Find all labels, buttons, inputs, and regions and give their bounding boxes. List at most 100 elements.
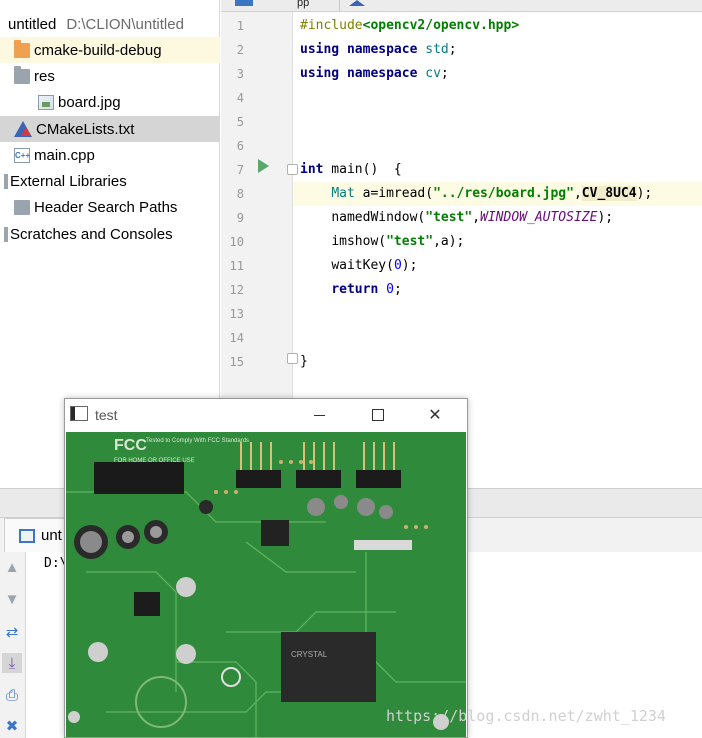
tree-item-external-libraries[interactable]: External Libraries	[0, 168, 220, 194]
code-line-9: namedWindow("test",WINDOW_AUTOSIZE);	[331, 210, 614, 225]
keyword: int	[300, 162, 324, 177]
tree-root-path: D:\CLION\untitled	[66, 15, 184, 33]
libraries-icon	[4, 173, 8, 189]
print-icon[interactable]: ⎙	[2, 685, 22, 705]
code-text: );	[401, 258, 418, 273]
keyword: using	[300, 66, 340, 81]
code-text: }	[300, 354, 308, 369]
folder-orange-icon	[14, 39, 30, 58]
run-gutter-icon[interactable]	[258, 159, 269, 173]
line-number: 2	[236, 43, 244, 57]
code-line-7: int main() {	[293, 158, 702, 182]
tab-divider	[339, 0, 340, 11]
editor-tab-bar: pp	[221, 0, 702, 12]
code-text: ,a);	[433, 234, 465, 249]
code-text: );	[597, 210, 614, 225]
number-literal: 0	[386, 282, 394, 297]
line-number: 4	[236, 91, 244, 105]
code-text: main() {	[323, 162, 402, 177]
app-icon	[70, 406, 88, 421]
tree-item-label: External Libraries	[10, 172, 127, 190]
run-tab-label: unt	[41, 527, 62, 544]
cmake-icon	[14, 121, 32, 137]
macro-constant: WINDOW_AUTOSIZE	[480, 210, 598, 225]
line-number: 15	[229, 355, 244, 369]
tree-item-label: res	[34, 67, 55, 85]
image-file-icon	[38, 94, 54, 110]
keyword: namespace	[346, 42, 418, 57]
line-number: 3	[236, 67, 244, 81]
tree-item-main-cpp[interactable]: C++ main.cpp	[0, 142, 220, 168]
soft-wrap-icon[interactable]: ⇄	[2, 622, 22, 642]
minimize-button[interactable]	[307, 403, 331, 427]
csdn-watermark: https://blog.csdn.net/zwht_1234	[386, 707, 666, 725]
line-number: 8	[236, 187, 244, 201]
keyword: return	[331, 282, 379, 297]
line-number: 11	[229, 259, 244, 273]
chip-label: CRYSTAL	[291, 650, 328, 659]
include-header: <opencv2/opencv.hpp>	[362, 18, 520, 33]
cpp-file-icon: C++	[14, 147, 30, 163]
tree-item-label: CMakeLists.txt	[36, 120, 135, 138]
cpp-tab-icon	[235, 0, 253, 6]
trash-icon[interactable]: ✖	[2, 716, 22, 736]
line-number: 13	[229, 307, 244, 321]
line-number: 5	[236, 115, 244, 129]
line-number: 9	[236, 211, 244, 225]
string-literal: "test"	[425, 210, 473, 225]
tree-item-label: Header Search Paths	[34, 198, 178, 216]
number-literal: 0	[393, 258, 402, 273]
run-config-icon	[19, 528, 35, 543]
tree-item-cmakelists[interactable]: CMakeLists.txt	[0, 116, 220, 142]
namespace-name: cv	[425, 66, 441, 81]
opencv-window[interactable]: test ✕ FCC Tested to Comply With FCC Sta…	[64, 398, 468, 738]
project-tree-panel: untitled D:\CLION\untitled cmake-build-d…	[0, 0, 220, 398]
arrow-down-icon[interactable]: ▼	[2, 589, 22, 609]
fcc-logo-text: FCC	[114, 437, 147, 454]
scroll-to-end-icon[interactable]: ⤓	[2, 653, 22, 673]
home-office-text: FOR HOME OR OFFICE USE	[114, 458, 195, 464]
type-name: Mat	[331, 186, 355, 201]
code-line-8: Mat a=imread("../res/board.jpg",CV_8UC4)…	[293, 182, 702, 206]
code-area[interactable]: #include<opencv2/opencv.hpp> using names…	[293, 12, 702, 398]
code-text: ;	[393, 282, 402, 297]
pcb-image: FCC Tested to Comply With FCC Standards …	[66, 432, 466, 737]
line-number: 10	[229, 235, 244, 249]
code-editor[interactable]: pp 1 2 3 4 5 6 7 8 9 10 11 12 13 14 15 #…	[221, 0, 702, 398]
tree-item-cmake-build-debug[interactable]: cmake-build-debug	[0, 37, 220, 63]
macro-constant: CV_8UC4	[581, 186, 637, 201]
opencv-titlebar[interactable]: test ✕	[65, 399, 467, 431]
namespace-name: std	[425, 42, 449, 57]
line-number: 7	[236, 163, 244, 177]
cmake-tab-icon	[349, 0, 365, 6]
tree-item-header-search-paths[interactable]: Header Search Paths	[0, 194, 220, 220]
code-text: namedWindow(	[331, 210, 426, 225]
tree-root-untitled[interactable]: untitled D:\CLION\untitled	[0, 11, 220, 37]
code-line-3: using namespace cv;	[300, 66, 449, 81]
code-line-2: using namespace std;	[300, 42, 457, 57]
code-text: );	[636, 186, 653, 201]
preprocessor-token: #include	[300, 18, 363, 33]
window-title: test	[95, 407, 118, 423]
tree-item-scratches[interactable]: Scratches and Consoles	[0, 221, 220, 247]
line-number: 6	[236, 139, 244, 153]
maximize-button[interactable]	[366, 403, 390, 427]
tree-item-label: board.jpg	[58, 93, 121, 111]
keyword: using	[300, 42, 340, 57]
code-text: a=imread(	[354, 186, 434, 201]
code-line-11: waitKey(0);	[293, 254, 702, 278]
fcc-compliance-text: Tested to Comply With FCC Standards	[146, 438, 249, 444]
string-literal: "../res/board.jpg"	[433, 186, 574, 201]
tree-item-res[interactable]: res	[0, 63, 220, 89]
tree-item-label: main.cpp	[34, 146, 95, 164]
editor-tab-main-cpp[interactable]: pp	[297, 0, 309, 11]
code-line-15: }	[293, 350, 702, 374]
tree-root-label: untitled	[8, 15, 57, 33]
arrow-up-icon[interactable]: ▲	[2, 557, 22, 577]
tree-item-board-jpg[interactable]: board.jpg	[0, 89, 220, 115]
close-button[interactable]: ✕	[423, 403, 447, 427]
editor-gutter: 1 2 3 4 5 6 7 8 9 10 11 12 13 14 15	[221, 12, 298, 398]
header-folder-icon	[14, 199, 30, 215]
code-line-10: imshow("test",a);	[293, 230, 702, 254]
keyword: namespace	[346, 66, 418, 81]
